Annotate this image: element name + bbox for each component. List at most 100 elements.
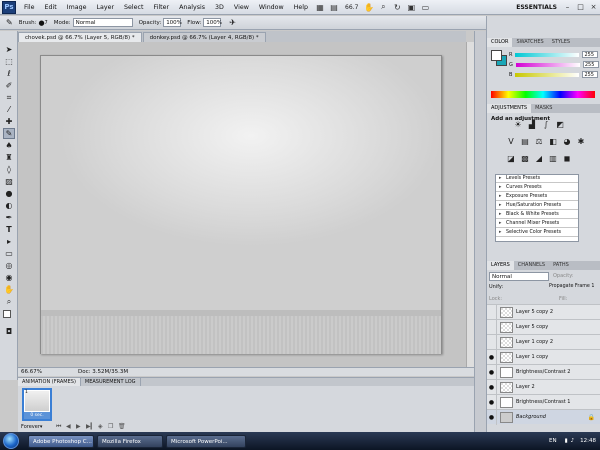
tab-styles[interactable]: STYLES: [548, 38, 574, 47]
tab-adjustments[interactable]: ADJUSTMENTS: [487, 104, 532, 113]
crop-tool-icon[interactable]: ⌗: [3, 92, 15, 103]
move-tool-icon[interactable]: ➤: [3, 44, 15, 55]
menu-view[interactable]: View: [229, 0, 254, 15]
history-brush-tool-icon[interactable]: ♜: [3, 152, 15, 163]
mini-bridge-icon[interactable]: ▤: [329, 2, 339, 12]
hue-saturation-icon[interactable]: ▤: [520, 136, 530, 146]
layer-row[interactable]: Layer 5 copy: [487, 319, 600, 335]
layer-row[interactable]: Layer 1 copy 2: [487, 334, 600, 350]
close-icon[interactable]: ×: [588, 2, 599, 12]
list-item[interactable]: Exposure Presets: [496, 193, 578, 201]
next-frame-icon[interactable]: ▶▎: [86, 423, 95, 430]
task-firefox[interactable]: Mozilla Firefox: [97, 434, 163, 448]
tab-paths[interactable]: PATHS: [549, 261, 573, 270]
visibility-toggle[interactable]: [487, 304, 497, 320]
green-slider[interactable]: [515, 62, 580, 67]
foreground-color-swatch[interactable]: [3, 310, 11, 318]
red-slider[interactable]: [515, 52, 580, 57]
rotate-view-icon[interactable]: ↻: [392, 2, 402, 12]
tab-measurement-log[interactable]: MEASUREMENT LOG: [81, 378, 141, 386]
minimize-icon[interactable]: –: [562, 2, 573, 12]
list-item[interactable]: Selective Color Presets: [496, 229, 578, 237]
screen-mode-icon[interactable]: ▭: [420, 2, 430, 12]
first-frame-icon[interactable]: ⏮: [56, 423, 61, 431]
tab-donkey[interactable]: donkey.psd @ 66.7% (Layer 4, RGB/8) *: [142, 32, 266, 42]
tab-layers[interactable]: LAYERS: [487, 261, 514, 270]
zoom-level-select[interactable]: 66.7: [345, 4, 358, 11]
play-icon[interactable]: ▶: [76, 423, 81, 430]
network-icon[interactable]: ▮: [565, 438, 568, 444]
workspace-switcher[interactable]: ESSENTIALS: [516, 4, 557, 11]
dodge-tool-icon[interactable]: ◐: [3, 200, 15, 211]
3d-orbit-tool-icon[interactable]: ◉: [3, 272, 15, 283]
layer-row[interactable]: Layer 5 copy 2: [487, 304, 600, 320]
layer-row[interactable]: ● Layer 2: [487, 379, 600, 395]
tab-masks[interactable]: MASKS: [531, 104, 556, 113]
delete-frame-icon[interactable]: 🗑: [118, 423, 126, 430]
color-spectrum-ramp[interactable]: [491, 91, 595, 98]
menu-image[interactable]: Image: [62, 0, 92, 15]
selective-color-icon[interactable]: ◼: [562, 153, 572, 163]
language-indicator[interactable]: EN: [549, 438, 557, 444]
photo-filter-icon[interactable]: ◕: [562, 136, 572, 146]
propagate-frame-checkbox[interactable]: Propagate Frame 1: [549, 284, 594, 289]
list-item[interactable]: Levels Presets: [496, 175, 578, 183]
eraser-tool-icon[interactable]: ◊: [3, 164, 15, 175]
menu-window[interactable]: Window: [254, 0, 289, 15]
maximize-icon[interactable]: □: [575, 2, 586, 12]
tab-chovek[interactable]: chovek.psd @ 66.7% (Layer 5, RGB/8) *: [18, 32, 142, 42]
clock[interactable]: 12:48: [580, 438, 596, 444]
task-powerpoint[interactable]: Microsoft PowerPoi...: [166, 434, 246, 448]
list-item[interactable]: Hue/Saturation Presets: [496, 202, 578, 210]
gradient-tool-icon[interactable]: ▨: [3, 176, 15, 187]
blue-slider[interactable]: [515, 72, 580, 77]
marquee-tool-icon[interactable]: ⬚: [3, 56, 15, 67]
channel-mixer-icon[interactable]: ✱: [576, 136, 586, 146]
canvas-vertical-scrollbar[interactable]: [466, 42, 474, 367]
red-value-input[interactable]: 255: [582, 51, 599, 58]
quick-mask-icon[interactable]: ◘: [3, 326, 15, 337]
lasso-tool-icon[interactable]: ℓ: [3, 68, 15, 79]
previous-frame-icon[interactable]: ◀: [66, 423, 71, 430]
layer-row[interactable]: ● Background 🔒: [487, 409, 600, 425]
animation-frame[interactable]: 1 0 sec.: [22, 388, 52, 421]
blue-value-input[interactable]: 255: [582, 71, 599, 78]
task-photoshop[interactable]: Adobe Photoshop C...: [28, 434, 94, 448]
menu-analysis[interactable]: Analysis: [174, 0, 210, 15]
eye-icon[interactable]: ●: [487, 379, 497, 395]
zoom-tool-icon[interactable]: ⌕: [378, 2, 388, 12]
flow-input[interactable]: 100%: [203, 18, 222, 27]
clone-stamp-tool-icon[interactable]: ♠: [3, 140, 15, 151]
shape-tool-icon[interactable]: ▭: [3, 248, 15, 259]
arrange-documents-icon[interactable]: ▣: [406, 2, 416, 12]
blend-mode-select[interactable]: Normal: [489, 272, 549, 281]
vibrance-icon[interactable]: V: [506, 136, 516, 146]
exposure-icon[interactable]: ◩: [555, 119, 565, 129]
pen-tool-icon[interactable]: ✒: [3, 212, 15, 223]
brush-tool-icon[interactable]: ✎: [6, 18, 13, 27]
duplicate-frame-icon[interactable]: ❐: [108, 423, 113, 430]
menu-edit[interactable]: Edit: [40, 0, 62, 15]
brush-preset-picker[interactable]: ● 7: [38, 19, 47, 27]
list-item[interactable]: Channel Mixer Presets: [496, 220, 578, 228]
invert-icon[interactable]: ◪: [506, 153, 516, 163]
eye-icon[interactable]: ●: [487, 349, 497, 365]
type-tool-icon[interactable]: T: [3, 224, 15, 235]
zoom-tool-icon[interactable]: ⌕: [3, 296, 15, 307]
tab-animation-frames[interactable]: ANIMATION (FRAMES): [18, 378, 81, 386]
quick-select-tool-icon[interactable]: ✐: [3, 80, 15, 91]
3d-rotate-tool-icon[interactable]: ◎: [3, 260, 15, 271]
posterize-icon[interactable]: ▩: [520, 153, 530, 163]
visibility-toggle[interactable]: [487, 319, 497, 335]
black-white-icon[interactable]: ◧: [548, 136, 558, 146]
opacity-input[interactable]: 100%: [163, 18, 182, 27]
frame-delay[interactable]: 0 sec.: [24, 412, 50, 419]
layer-row[interactable]: ● Brightness/Contrast 2: [487, 364, 600, 380]
bridge-icon[interactable]: ▦: [315, 2, 325, 12]
hand-tool-icon[interactable]: ✋: [364, 2, 374, 12]
brightness-contrast-icon[interactable]: ☀: [513, 119, 523, 129]
blur-tool-icon[interactable]: ●: [3, 188, 15, 199]
threshold-icon[interactable]: ◢: [534, 153, 544, 163]
list-item[interactable]: Curves Presets: [496, 184, 578, 192]
volume-icon[interactable]: ♪: [571, 438, 575, 444]
